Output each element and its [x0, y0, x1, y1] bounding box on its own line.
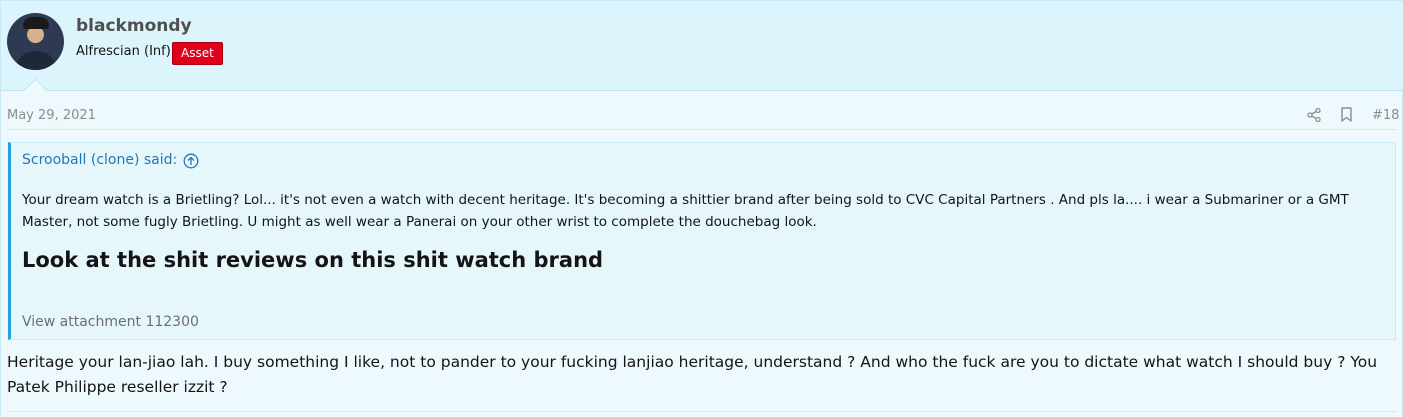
quote-heading: Look at the shit reviews on this shit wa… — [22, 248, 604, 272]
message-post: blackmondy Alfrescian (Inf) Asset May 29… — [0, 0, 1403, 417]
post-date-link[interactable]: May 29, 2021 — [7, 108, 96, 123]
quote-author-link[interactable]: Scrooball (clone) said: — [22, 152, 177, 168]
user-avatar[interactable] — [7, 13, 64, 70]
quote-body-text: Your dream watch is a Brietling? Lol... … — [22, 192, 1349, 230]
user-title: Alfrescian (Inf) — [76, 44, 171, 59]
username-link[interactable]: blackmondy — [76, 16, 192, 36]
reply-body-text: Heritage your lan-jiao lah. I buy someth… — [7, 353, 1378, 396]
divider — [7, 411, 1397, 412]
user-banner-badge: Asset — [172, 42, 223, 65]
arrow-up-circle-icon[interactable] — [183, 153, 199, 169]
view-attachment-link[interactable]: View attachment 112300 — [22, 314, 199, 330]
user-bar: blackmondy Alfrescian (Inf) Asset — [1, 0, 1403, 91]
quote-block: Scrooball (clone) said: Your dream watch… — [8, 142, 1396, 340]
share-icon[interactable] — [1307, 108, 1321, 122]
bookmark-icon[interactable] — [1340, 107, 1353, 122]
post-number-link[interactable]: #18 — [1372, 108, 1399, 123]
divider — [7, 129, 1397, 130]
